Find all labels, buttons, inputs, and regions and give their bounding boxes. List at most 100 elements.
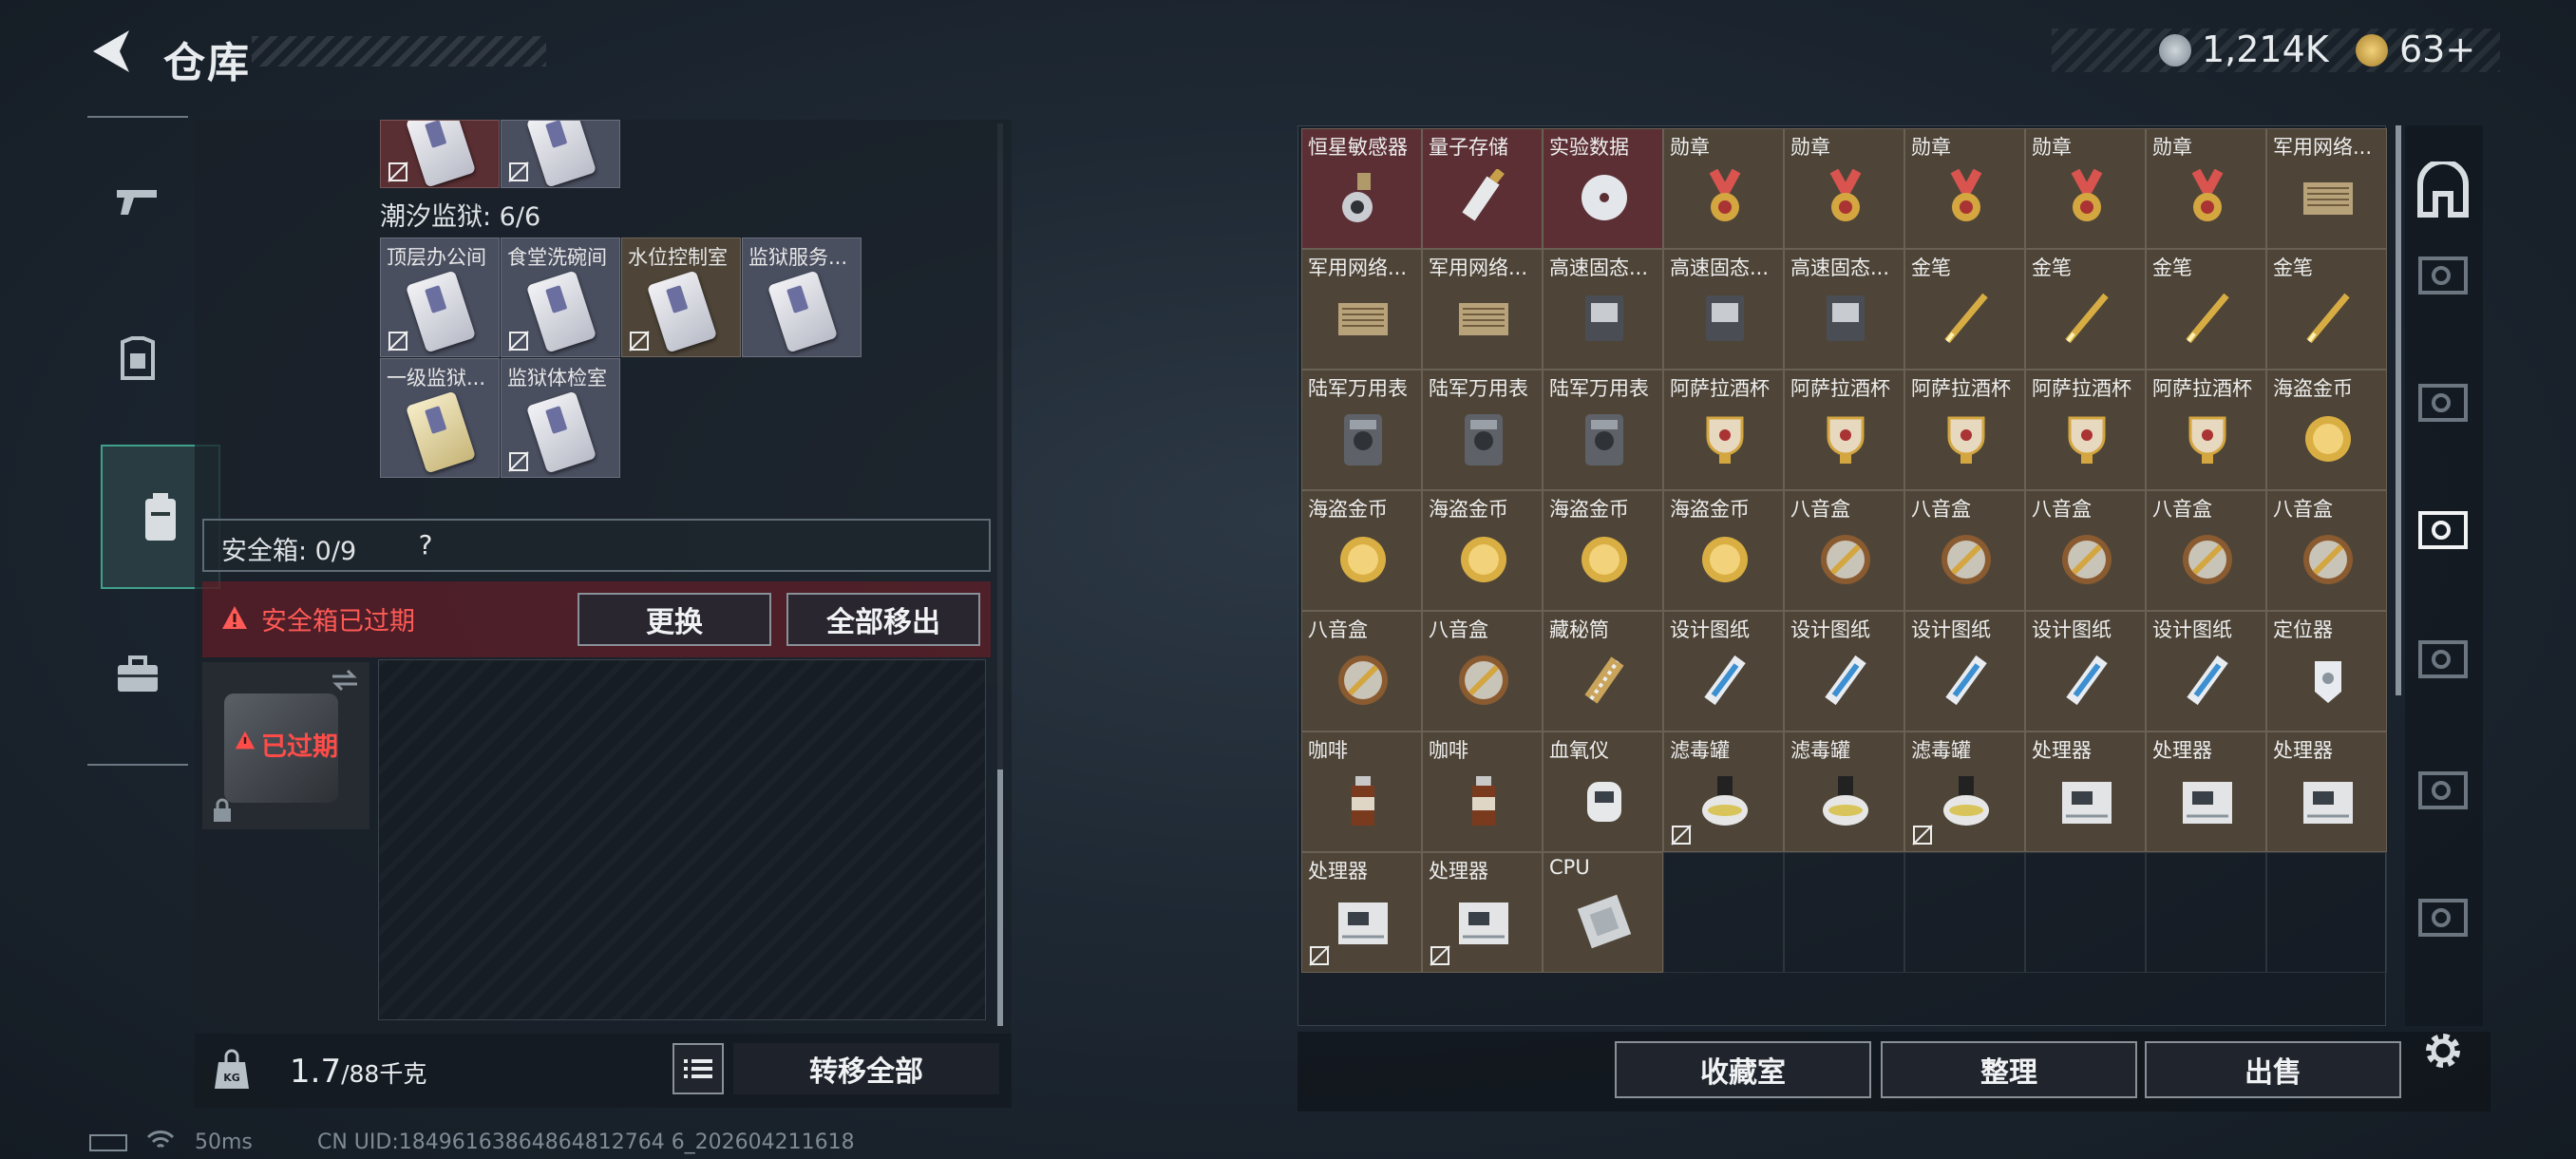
stash-item[interactable]: 咖啡 — [1422, 732, 1543, 852]
stash-item[interactable]: 八音盒 — [1422, 611, 1543, 732]
stash-item[interactable]: 陆军万用表 — [1543, 370, 1663, 490]
key-card[interactable]: 水位控制室 — [621, 238, 741, 357]
stash-empty-slot[interactable] — [2146, 852, 2266, 973]
stash-item[interactable]: 军用网络... — [2266, 128, 2387, 249]
stash-item[interactable]: 滤毒罐 — [1784, 732, 1904, 852]
stash-item[interactable]: 勋章 — [2146, 128, 2266, 249]
stash-item[interactable]: 八音盒 — [1784, 490, 1904, 611]
stash-item[interactable]: 八音盒 — [1301, 611, 1422, 732]
stash-item[interactable]: 海盗金币 — [1663, 490, 1784, 611]
stash-item[interactable]: 金笔 — [2025, 249, 2146, 370]
stash-item[interactable]: 八音盒 — [2266, 490, 2387, 611]
bound-icon — [629, 331, 650, 352]
stash-item[interactable]: 设计图纸 — [2146, 611, 2266, 732]
stash-empty-slot[interactable] — [2025, 852, 2146, 973]
stash-item[interactable]: 金笔 — [2146, 249, 2266, 370]
stash-item-label: 海盗金币 — [1308, 498, 1388, 521]
stash-item[interactable]: 咖啡 — [1301, 732, 1422, 852]
stash-item[interactable]: 军用网络... — [1422, 249, 1543, 370]
sell-button[interactable]: 出售 — [2145, 1041, 2401, 1098]
stash-item[interactable]: 设计图纸 — [1663, 611, 1784, 732]
stash-page-icon[interactable] — [2413, 372, 2473, 433]
transfer-all-button[interactable]: 转移全部 — [733, 1043, 999, 1094]
inventory-scroll-thumb[interactable] — [997, 770, 1003, 1026]
stash-item[interactable]: 设计图纸 — [1784, 611, 1904, 732]
stash-item[interactable]: 高速固态... — [1663, 249, 1784, 370]
stash-item[interactable]: 海盗金币 — [2266, 370, 2387, 490]
stash-item[interactable]: 定位器 — [2266, 611, 2387, 732]
stash-item[interactable]: 八音盒 — [2025, 490, 2146, 611]
stash-item[interactable]: 八音盒 — [1904, 490, 2025, 611]
stash-page-icon[interactable] — [2413, 760, 2473, 821]
replace-button[interactable]: 更换 — [578, 593, 771, 646]
stash-item[interactable]: 滤毒罐 — [1663, 732, 1784, 852]
key-card[interactable]: 食堂洗碗间 — [501, 238, 620, 357]
stash-item[interactable]: 血氧仪 — [1543, 732, 1663, 852]
stash-item[interactable]: CPU — [1543, 852, 1663, 973]
processor-unit-icon — [1338, 902, 1388, 944]
stash-item[interactable]: 实验数据 — [1543, 128, 1663, 249]
bound-icon — [1309, 945, 1330, 966]
stash-empty-slot[interactable] — [1663, 852, 1784, 973]
stash-scroll-thumb[interactable] — [2396, 125, 2401, 695]
stash-item[interactable]: 阿萨拉酒杯 — [1904, 370, 2025, 490]
stash-item[interactable]: 处理器 — [2146, 732, 2266, 852]
key-card[interactable]: 监狱体检室 — [501, 358, 620, 478]
back-arrow-icon[interactable] — [87, 27, 135, 76]
oximeter-icon — [1587, 782, 1621, 822]
stash-item[interactable]: 海盗金币 — [1422, 490, 1543, 611]
stash-item[interactable]: 量子存储 — [1422, 128, 1543, 249]
tab-case[interactable] — [100, 618, 176, 732]
stash-item[interactable]: 恒星敏感器 — [1301, 128, 1422, 249]
help-icon[interactable]: ? — [407, 525, 445, 563]
stash-item[interactable]: 设计图纸 — [1904, 611, 2025, 732]
key-card[interactable]: 顶层办公间 — [380, 238, 500, 357]
stash-item[interactable]: 勋章 — [2025, 128, 2146, 249]
stash-item[interactable]: 海盗金币 — [1301, 490, 1422, 611]
stash-page-icon[interactable] — [2413, 629, 2473, 690]
stash-item[interactable]: 设计图纸 — [2025, 611, 2146, 732]
key-card-partial[interactable] — [501, 120, 620, 188]
stash-item[interactable]: 滤毒罐 — [1904, 732, 2025, 852]
stash-item[interactable]: 海盗金币 — [1543, 490, 1663, 611]
stash-page-icon[interactable] — [2413, 245, 2473, 306]
stash-item[interactable]: 处理器 — [1301, 852, 1422, 973]
stash-item[interactable]: 藏秘筒 — [1543, 611, 1663, 732]
stash-item[interactable]: 陆军万用表 — [1422, 370, 1543, 490]
stash-item[interactable]: 勋章 — [1663, 128, 1784, 249]
safe-box-grid[interactable] — [378, 659, 986, 1020]
stash-item[interactable]: 金笔 — [1904, 249, 2025, 370]
stash-page-icon[interactable] — [2413, 887, 2473, 948]
stash-item[interactable]: 处理器 — [1422, 852, 1543, 973]
stash-item[interactable]: 处理器 — [2266, 732, 2387, 852]
key-card-partial[interactable] — [380, 120, 500, 188]
stash-item[interactable]: 阿萨拉酒杯 — [1784, 370, 1904, 490]
stash-empty-slot[interactable] — [2266, 852, 2387, 973]
sort-button[interactable]: 整理 — [1881, 1041, 2137, 1098]
key-card[interactable]: 监狱服务... — [742, 238, 862, 357]
stash-empty-slot[interactable] — [1784, 852, 1904, 973]
remove-all-button[interactable]: 全部移出 — [786, 593, 980, 646]
tab-armor[interactable] — [100, 302, 176, 416]
tab-weapon[interactable] — [100, 144, 176, 258]
swap-icon[interactable] — [329, 667, 361, 694]
stash-item[interactable]: 高速固态... — [1784, 249, 1904, 370]
stash-item[interactable]: 处理器 — [2025, 732, 2146, 852]
stash-item[interactable]: 阿萨拉酒杯 — [2025, 370, 2146, 490]
stash-item[interactable]: 高速固态... — [1543, 249, 1663, 370]
stash-item[interactable]: 勋章 — [1784, 128, 1904, 249]
stash-page-icon-active[interactable] — [2413, 500, 2473, 560]
stash-home-icon[interactable] — [2413, 162, 2473, 222]
stash-item[interactable]: 八音盒 — [2146, 490, 2266, 611]
stash-item[interactable]: 陆军万用表 — [1301, 370, 1422, 490]
key-card[interactable]: 一级监狱... — [380, 358, 500, 478]
stash-item[interactable]: 军用网络... — [1301, 249, 1422, 370]
stash-item[interactable]: 金笔 — [2266, 249, 2387, 370]
stash-item[interactable]: 阿萨拉酒杯 — [2146, 370, 2266, 490]
stash-item[interactable]: 勋章 — [1904, 128, 2025, 249]
stash-item[interactable]: 阿萨拉酒杯 — [1663, 370, 1784, 490]
collection-room-button[interactable]: 收藏室 — [1615, 1041, 1871, 1098]
gear-icon[interactable] — [2418, 1026, 2468, 1075]
list-view-button[interactable] — [672, 1043, 724, 1094]
stash-empty-slot[interactable] — [1904, 852, 2025, 973]
